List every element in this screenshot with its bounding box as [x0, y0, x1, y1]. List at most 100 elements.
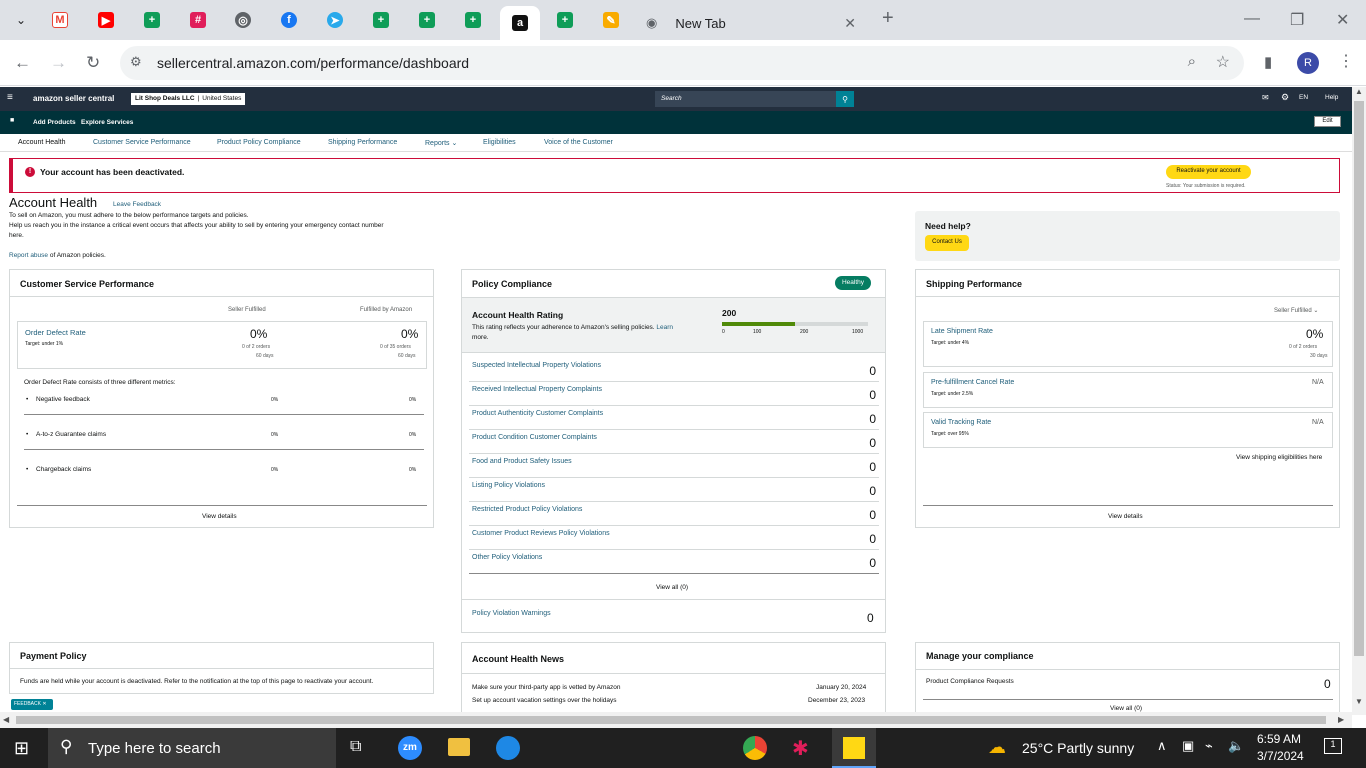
compliance-requests-link[interactable]: Product Compliance Requests	[926, 678, 1014, 685]
metric-a-to-z-claims[interactable]: A-to-z Guarantee claims	[36, 431, 106, 438]
minimize-button[interactable]: —	[1244, 10, 1260, 28]
news-item-title[interactable]: Set up account vacation settings over th…	[472, 697, 617, 704]
bookmark-star-icon[interactable]: ☆	[1216, 52, 1230, 72]
vertical-scroll-thumb[interactable]	[1354, 101, 1364, 656]
tab-slack[interactable]: #	[181, 8, 215, 32]
close-window-button[interactable]: ✕	[1336, 10, 1349, 30]
odr-label[interactable]: Order Defect Rate	[25, 328, 86, 337]
tab-sheets-2[interactable]: +	[364, 8, 398, 32]
tab-sheets-5[interactable]: +	[548, 8, 582, 32]
menu-kebab-icon[interactable]: ⋮	[1338, 51, 1354, 71]
tab-search-dropdown[interactable]: ⌄	[4, 8, 38, 32]
tab-telegram[interactable]: ➤	[318, 8, 352, 32]
policy-row[interactable]: Received Intellectual Property Complaint…	[469, 382, 879, 406]
policy-row-label[interactable]: Restricted Product Policy Violations	[472, 506, 582, 513]
policy-row[interactable]: Food and Product Safety Issues 0	[469, 454, 879, 478]
policy-row[interactable]: Restricted Product Policy Violations 0	[469, 502, 879, 526]
metric-chargeback-claims[interactable]: Chargeback claims	[36, 466, 91, 473]
tab-product-policy-compliance[interactable]: Product Policy Compliance	[217, 139, 301, 146]
policy-warnings-label[interactable]: Policy Violation Warnings	[472, 610, 551, 617]
volume-icon[interactable]: 🔈	[1228, 738, 1244, 754]
leave-feedback-link[interactable]: Leave Feedback	[113, 201, 161, 208]
tab-gmail[interactable]: M	[43, 8, 77, 32]
explore-services-link[interactable]: Explore Services	[81, 119, 133, 126]
forward-icon[interactable]: →	[50, 53, 67, 73]
policy-row-label[interactable]: Customer Product Reviews Policy Violatio…	[472, 530, 610, 537]
policy-row[interactable]: Other Policy Violations 0	[469, 550, 879, 574]
shipping-eligibilities-link[interactable]: View shipping eligibilities here	[1236, 454, 1322, 461]
tab-tasks[interactable]: ✎	[594, 8, 628, 32]
shipping-filter-dropdown[interactable]: Seller Fulfilled ⌄	[1274, 307, 1318, 314]
news-item-title[interactable]: Make sure your third-party app is vetted…	[472, 684, 621, 691]
zoom-icon[interactable]: ⌕	[1188, 53, 1196, 70]
help-link[interactable]: Help	[1325, 94, 1338, 101]
policy-row[interactable]: Listing Policy Violations 0	[469, 478, 879, 502]
task-view-icon[interactable]: ⧉	[350, 738, 361, 756]
clock-time[interactable]: 6:59 AM	[1257, 732, 1301, 746]
search-input[interactable]: Search	[655, 91, 836, 107]
slack-app-icon[interactable]: ✱	[792, 736, 809, 761]
cancel-rate-label[interactable]: Pre-fulfillment Cancel Rate	[931, 379, 1014, 386]
policy-row[interactable]: Product Condition Customer Complaints 0	[469, 430, 879, 454]
policy-row-label[interactable]: Product Condition Customer Complaints	[472, 434, 597, 441]
contact-us-button[interactable]: Contact Us	[925, 235, 969, 251]
valid-tracking-label[interactable]: Valid Tracking Rate	[931, 419, 991, 426]
learn-more-link-2[interactable]: more.	[472, 334, 489, 341]
tab-sheets-1[interactable]: +	[135, 8, 169, 32]
policy-view-all-link[interactable]: View all (0)	[656, 584, 688, 591]
site-info-icon[interactable]: ⚙	[130, 54, 142, 70]
reload-icon[interactable]: ↻	[86, 53, 100, 73]
windows-start-icon[interactable]: ⊞	[14, 738, 29, 759]
scroll-right-icon[interactable]: ▶	[1338, 715, 1344, 724]
policy-row[interactable]: Suspected Intellectual Property Violatio…	[469, 358, 879, 382]
tab-account-health[interactable]: Account Health	[18, 139, 65, 146]
tab-sheets-4[interactable]: +	[456, 8, 490, 32]
profile-avatar[interactable]: R	[1297, 52, 1319, 74]
policy-row-label[interactable]: Suspected Intellectual Property Violatio…	[472, 362, 601, 369]
new-tab-button[interactable]: +	[882, 7, 894, 30]
gear-icon[interactable]: ⚙	[1281, 92, 1289, 103]
policy-row-label[interactable]: Food and Product Safety Issues	[472, 458, 572, 465]
taskbar-search-box[interactable]: ⚲ Type here to search	[48, 728, 336, 768]
policy-row-label[interactable]: Product Authenticity Customer Complaints	[472, 410, 603, 417]
bookmark-icon[interactable]: ■	[10, 117, 14, 124]
file-explorer-icon[interactable]	[448, 738, 470, 756]
zoom-app-icon[interactable]: zm	[398, 736, 422, 760]
vertical-scrollbar[interactable]: ▲ ▼	[1352, 87, 1366, 715]
tab-new-tab[interactable]: ◉ New Tab ✕	[636, 6, 868, 40]
show-hidden-icons[interactable]: ∧	[1157, 738, 1167, 754]
scroll-down-icon[interactable]: ▼	[1355, 697, 1363, 706]
back-icon[interactable]: ←	[14, 53, 31, 73]
hamburger-icon[interactable]: ≡	[7, 92, 13, 103]
notification-center-icon[interactable]: 1	[1324, 738, 1342, 754]
tab-eligibilities[interactable]: Eligibilities	[483, 139, 516, 146]
policy-row-label[interactable]: Listing Policy Violations	[472, 482, 545, 489]
network-icon[interactable]: ⌁	[1205, 738, 1213, 754]
tab-shipping-performance[interactable]: Shipping Performance	[328, 139, 397, 146]
feedback-tab[interactable]: FEEDBACK ✕	[11, 699, 53, 710]
scroll-left-icon[interactable]: ◀	[3, 715, 9, 724]
close-tab-icon[interactable]: ✕	[844, 15, 856, 32]
shipping-view-details-link[interactable]: View details	[1108, 513, 1143, 520]
close-icon[interactable]: ✕	[42, 701, 46, 707]
side-panel-icon[interactable]: ▮	[1264, 53, 1272, 71]
weather-text[interactable]: 25°C Partly sunny	[1022, 740, 1134, 756]
horizontal-scroll-thumb[interactable]	[16, 716, 1326, 724]
compliance-view-all-link[interactable]: View all (0)	[1110, 705, 1142, 712]
tab-voice-of-the-customer[interactable]: Voice of the Customer	[544, 139, 613, 146]
metric-negative-feedback[interactable]: Negative feedback	[36, 396, 90, 403]
tab-youtube[interactable]: ▶	[89, 8, 123, 32]
tab-reports[interactable]: Reports ⌄	[425, 139, 457, 147]
seller-central-logo[interactable]: amazon seller central	[33, 94, 114, 103]
tab-customer-service-performance[interactable]: Customer Service Performance	[93, 139, 191, 146]
scroll-up-icon[interactable]: ▲	[1355, 87, 1363, 96]
policy-row[interactable]: Product Authenticity Customer Complaints…	[469, 406, 879, 430]
tab-amazon-active[interactable]: a	[500, 6, 540, 40]
tab-sheets-3[interactable]: +	[410, 8, 444, 32]
language-selector[interactable]: EN	[1299, 94, 1308, 101]
chrome-app-icon[interactable]	[743, 736, 767, 760]
restore-button[interactable]: ❐	[1290, 10, 1304, 30]
learn-more-link[interactable]: Learn	[656, 324, 673, 331]
device-icon[interactable]: ▣	[1182, 738, 1194, 754]
report-abuse-link[interactable]: Report abuse	[9, 252, 48, 259]
